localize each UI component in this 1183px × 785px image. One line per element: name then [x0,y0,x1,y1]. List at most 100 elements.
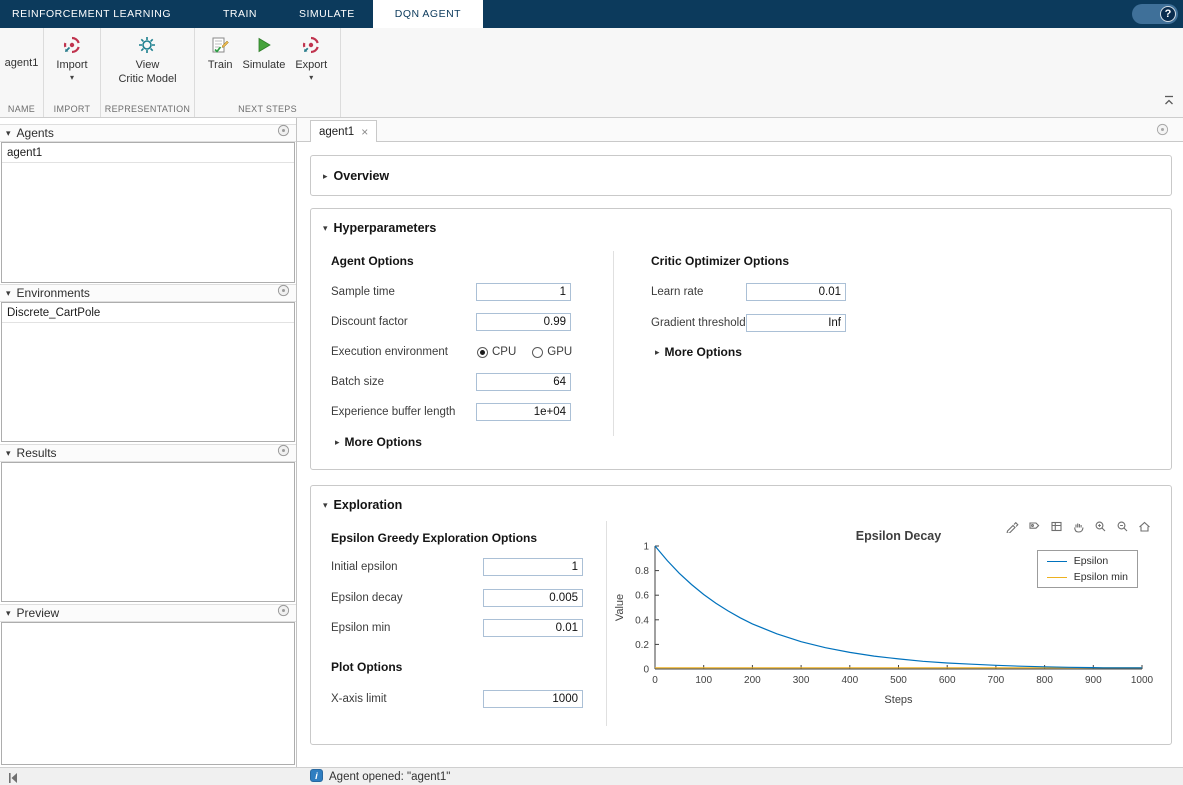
tab-train[interactable]: TRAIN [211,0,269,28]
collapse-triangle-icon: ▾ [6,608,11,619]
svg-text:300: 300 [793,675,810,686]
column-divider [613,251,614,436]
document-tab-label: agent1 [319,126,354,138]
group-label-name: NAME [0,104,43,114]
svg-text:200: 200 [744,675,761,686]
legend-label: Epsilon [1074,555,1108,567]
overview-section-header[interactable]: ▸ Overview [323,169,389,183]
discount-factor-label: Discount factor [331,313,408,331]
view-critic-model-button[interactable]: ViewCritic Model [114,33,180,89]
svg-text:400: 400 [841,675,858,686]
radio-button-icon[interactable] [532,347,543,358]
sample-time-input[interactable] [476,283,571,301]
epsilon-min-input[interactable] [483,619,583,637]
svg-text:100: 100 [695,675,712,686]
info-icon: i [310,769,323,785]
critic-model-icon [137,35,157,58]
agents-panel-header[interactable]: ▾ Agents [0,124,296,142]
plot-options-title: Plot Options [331,660,402,674]
results-panel-header[interactable]: ▾ Results [0,444,296,462]
tab-reinforcement-learning[interactable]: REINFORCEMENT LEARNING [0,0,183,28]
agent-name-field[interactable]: agent1 [5,57,39,69]
svg-text:600: 600 [939,675,956,686]
critic-more-options-toggle[interactable]: ▸ More Options [655,345,742,359]
document-tab-agent1[interactable]: agent1 × [310,120,377,142]
browser-sidebar: ▾ Agents agent1 ▾ Environments Discrete_… [0,118,297,767]
close-tab-icon[interactable]: × [361,126,368,138]
group-label-import: IMPORT [44,104,100,114]
panel-actions-icon[interactable] [277,124,290,142]
tab-simulate[interactable]: SIMULATE [287,0,367,28]
overview-section-title: Overview [334,169,390,183]
exploration-section-title: Exploration [334,498,403,512]
simulate-button-label: Simulate [243,59,286,73]
svg-text:1: 1 [643,542,649,553]
collapse-triangle-icon: ▾ [6,288,11,299]
status-message: i Agent opened: "agent1" [310,768,450,785]
train-button-label: Train [208,59,233,73]
legend-line-swatch [1047,561,1067,562]
collapse-sidebar-icon[interactable] [6,771,20,785]
learn-rate-input[interactable] [746,283,846,301]
environments-panel-header[interactable]: ▾ Environments [0,284,296,302]
list-item-agent[interactable]: agent1 [2,143,294,163]
reinforcement-learning-designer: REINFORCEMENT LEARNING TRAIN SIMULATE DQ… [0,0,1183,785]
train-button[interactable]: Train [204,33,237,75]
document-actions-icon[interactable] [1156,123,1169,141]
svg-text:0: 0 [643,665,649,676]
agent-more-options-toggle[interactable]: ▸ More Options [335,435,422,449]
epsilon-decay-label: Epsilon decay [331,589,403,607]
export-button-label: Export [295,59,327,73]
initial-epsilon-input[interactable] [483,558,583,576]
hyperparameters-section-header[interactable]: ▾ Hyperparameters [323,221,436,235]
radio-option-cpu[interactable]: CPU [477,346,516,358]
svg-text:1000: 1000 [1131,675,1154,686]
hyperparameters-section: ▾ Hyperparameters Agent Options Sample t… [310,208,1172,470]
batch-size-label: Batch size [331,373,384,391]
simulate-button[interactable]: Simulate [239,33,290,75]
tab-dqn-agent[interactable]: DQN AGENT [373,0,483,28]
expand-triangle-icon: ▸ [323,171,328,182]
x-axis-limit-input[interactable] [483,690,583,708]
execution-environment-radio-group: CPU GPU [477,343,572,361]
chart-legend[interactable]: EpsilonEpsilon min [1037,550,1138,588]
train-icon [210,35,230,58]
gradient-threshold-input[interactable] [746,314,846,332]
toolstrip: agent1 NAME Import ▾ IMPORT [0,28,1183,118]
group-label-representation: REPRESENTATION [101,104,194,114]
epsilon-decay-input[interactable] [483,589,583,607]
epsilon-min-label: Epsilon min [331,619,390,637]
execution-environment-label: Execution environment [331,343,448,361]
minimize-toolstrip-icon[interactable] [1163,93,1175,111]
import-button-label: Import [56,59,87,73]
preview-area [1,622,295,765]
import-button[interactable]: Import ▾ [52,33,91,84]
experience-buffer-length-label: Experience buffer length [331,403,455,421]
agents-list: agent1 [1,142,295,283]
panel-actions-icon[interactable] [277,444,290,462]
discount-factor-input[interactable] [476,313,571,331]
radio-button-icon[interactable] [477,347,488,358]
results-panel-title: Results [17,446,271,460]
collapse-triangle-icon: ▾ [323,500,328,511]
exploration-section-header[interactable]: ▾ Exploration [323,498,402,512]
list-item-environment[interactable]: Discrete_CartPole [2,303,294,323]
export-icon [301,35,321,58]
results-list [1,462,295,602]
batch-size-input[interactable] [476,373,571,391]
toolstrip-group-representation: ViewCritic Model REPRESENTATION [101,28,195,117]
radio-option-gpu[interactable]: GPU [532,346,572,358]
view-critic-model-label: ViewCritic Model [118,59,176,87]
svg-text:Steps: Steps [884,694,913,706]
preview-panel-header[interactable]: ▾ Preview [0,604,296,622]
critic-more-options-label: More Options [665,345,742,359]
export-button[interactable]: Export ▾ [291,33,331,84]
svg-text:800: 800 [1036,675,1053,686]
help-button[interactable]: ? [1132,4,1178,24]
column-divider [606,521,607,726]
legend-entry: Epsilon [1047,555,1128,567]
panel-actions-icon[interactable] [277,284,290,302]
experience-buffer-length-input[interactable] [476,403,571,421]
svg-text:500: 500 [890,675,907,686]
panel-actions-icon[interactable] [277,604,290,622]
